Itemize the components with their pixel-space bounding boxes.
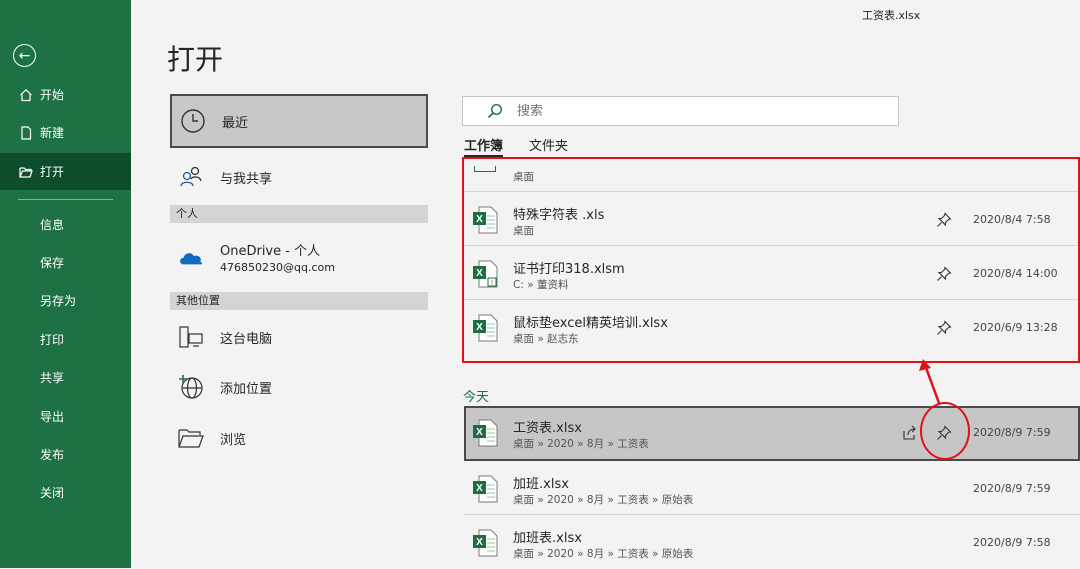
group-header-today: 今天 — [463, 390, 490, 405]
file-row[interactable]: X 加班.xlsx 桌面 » 2020 » 8月 » 工资表 » 原始表 202… — [464, 462, 1080, 515]
location-recent[interactable]: 最近 — [170, 94, 428, 148]
nav-item-export[interactable]: 导出 — [0, 398, 131, 435]
home-icon — [20, 88, 32, 101]
open-folder-icon — [19, 166, 33, 178]
clock-icon — [180, 108, 206, 134]
new-file-icon — [21, 125, 32, 140]
page-title: 打开 — [167, 43, 224, 76]
file-name: 工资表.xlsx — [513, 421, 582, 436]
file-row[interactable]: X 加班表.xlsx 桌面 » 2020 » 8月 » 工资表 » 原始表 20… — [464, 516, 1080, 569]
search-box[interactable] — [462, 96, 899, 126]
location-add-place[interactable]: 添加位置 — [170, 370, 428, 404]
svg-text:X: X — [476, 427, 483, 438]
nav-item-print[interactable]: 打印 — [0, 321, 131, 358]
nav-item-label: 开始 — [40, 88, 65, 102]
nav-item-label: 新建 — [40, 126, 65, 140]
location-this-pc[interactable]: 这台电脑 — [170, 320, 428, 354]
svg-text:X: X — [476, 483, 483, 494]
onedrive-cloud-icon — [178, 244, 204, 270]
location-label: 这台电脑 — [220, 331, 273, 347]
shared-people-icon — [178, 164, 204, 190]
nav-item-label: 打印 — [40, 333, 65, 347]
location-label: 与我共享 — [220, 171, 273, 187]
share-icon[interactable] — [902, 425, 918, 441]
nav-item-save-as[interactable]: 另存为 — [0, 282, 131, 319]
location-label: 添加位置 — [220, 381, 273, 397]
nav-item-label: 导出 — [40, 410, 65, 424]
file-row-selected[interactable]: X 工资表.xlsx 桌面 » 2020 » 8月 » 工资表 2020/8/9… — [464, 406, 1080, 461]
nav-item-label: 关闭 — [40, 486, 65, 500]
tab-workbooks[interactable]: 工作簿 — [464, 135, 504, 157]
file-date: 2020/8/9 7:59 — [973, 482, 1051, 495]
nav-item-share[interactable]: 共享 — [0, 359, 131, 396]
computer-icon — [178, 324, 204, 350]
search-icon — [487, 103, 503, 119]
excel-file-icon: X — [473, 419, 498, 447]
excel-file-icon: X — [473, 529, 498, 557]
window-title: 工资表.xlsx — [862, 9, 921, 22]
nav-item-close[interactable]: 关闭 — [0, 474, 131, 511]
backstage-nav: ← 开始 新建 打开 信息 保存 另存为 打印 共享 导出 发布 关闭 — [0, 0, 131, 568]
nav-item-home[interactable]: 开始 — [0, 76, 131, 113]
nav-item-label: 打开 — [40, 165, 65, 179]
nav-item-label: 信息 — [40, 218, 65, 232]
file-name: 加班.xlsx — [513, 477, 569, 492]
nav-item-label: 共享 — [40, 371, 65, 385]
highlight-box — [462, 157, 1080, 363]
excel-file-icon: X — [473, 475, 498, 503]
location-onedrive[interactable]: OneDrive - 个人 476850230@qq.com — [170, 236, 428, 278]
onedrive-email: 476850230@qq.com — [220, 261, 335, 274]
nav-item-new[interactable]: 新建 — [0, 114, 131, 151]
location-label: 最近 — [222, 115, 249, 131]
nav-item-label: 另存为 — [40, 294, 77, 308]
nav-item-label: 保存 — [40, 256, 65, 270]
nav-divider — [18, 199, 113, 200]
nav-item-label: 发布 — [40, 448, 65, 462]
file-date: 2020/8/9 7:58 — [973, 536, 1051, 549]
annotation-arrow — [919, 359, 941, 404]
section-header-personal: 个人 — [170, 205, 428, 223]
location-shared[interactable]: 与我共享 — [170, 160, 428, 194]
globe-add-icon — [178, 374, 204, 400]
nav-item-open[interactable]: 打开 — [0, 153, 131, 190]
back-button[interactable]: ← — [13, 44, 36, 67]
onedrive-name: OneDrive - 个人 — [220, 244, 321, 259]
tab-folders[interactable]: 文件夹 — [529, 135, 568, 154]
nav-item-publish[interactable]: 发布 — [0, 436, 131, 473]
svg-text:X: X — [476, 537, 483, 548]
file-date: 2020/8/9 7:59 — [973, 426, 1051, 439]
file-path: 桌面 » 2020 » 8月 » 工资表 — [513, 438, 649, 450]
file-name: 加班表.xlsx — [513, 531, 582, 546]
nav-item-save[interactable]: 保存 — [0, 244, 131, 281]
location-browse[interactable]: 浏览 — [170, 421, 428, 455]
section-header-other: 其他位置 — [170, 292, 428, 310]
nav-item-info[interactable]: 信息 — [0, 206, 131, 243]
location-label: 浏览 — [220, 432, 247, 448]
file-path: 桌面 » 2020 » 8月 » 工资表 » 原始表 — [513, 548, 694, 560]
highlight-circle — [920, 402, 970, 460]
folder-icon — [178, 425, 204, 451]
search-input[interactable] — [517, 103, 817, 119]
file-path: 桌面 » 2020 » 8月 » 工资表 » 原始表 — [513, 494, 694, 506]
